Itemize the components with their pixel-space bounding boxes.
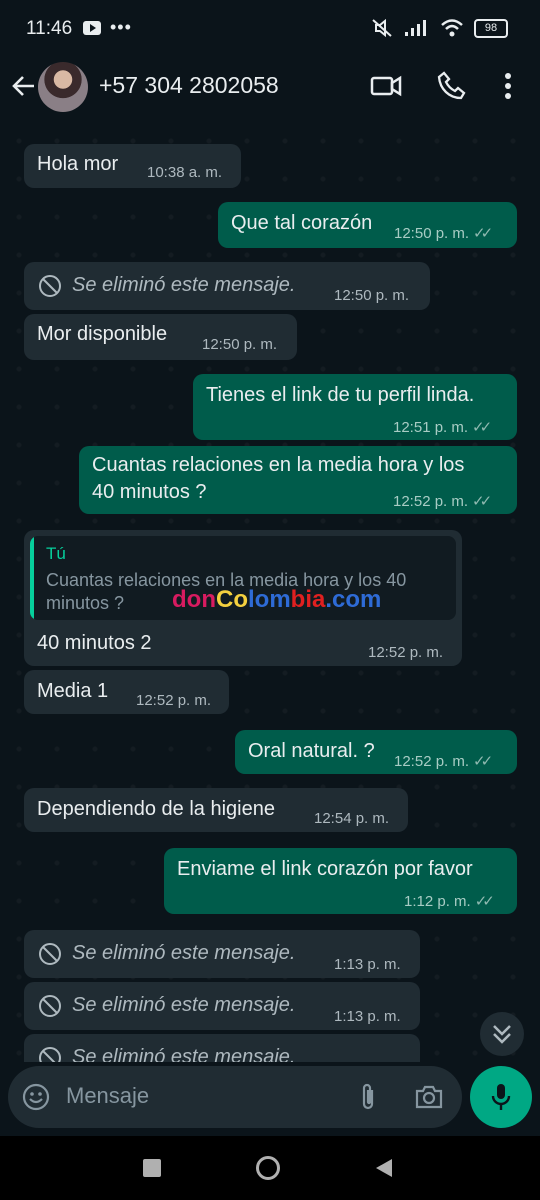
message-time: 12:50 p. m. xyxy=(394,225,470,242)
message-deleted[interactable]: Se eliminó este mensaje. xyxy=(24,1034,420,1062)
message-meta: 12:50 p. m. ✓✓ xyxy=(394,224,493,242)
message-text-line1: Cuantas relaciones en la media hora y lo… xyxy=(92,454,465,476)
read-receipt-icon: ✓✓ xyxy=(474,893,495,910)
message-time: 12:52 p. m. xyxy=(393,493,469,510)
microphone-icon xyxy=(491,1084,511,1110)
read-receipt-icon: ✓✓ xyxy=(472,493,492,510)
message-text: Tienes el link de tu perfil linda. xyxy=(206,384,475,406)
message-text: Hola mor xyxy=(37,153,119,175)
message-text-line2: 40 minutos ? xyxy=(92,481,207,503)
message-outgoing[interactable]: Cuantas relaciones en la media hora y lo… xyxy=(79,446,517,514)
wifi-icon xyxy=(441,19,463,37)
message-meta: 1:12 p. m. ✓✓ xyxy=(404,892,495,910)
message-text: Se eliminó este mensaje. xyxy=(72,274,296,296)
read-receipt-icon: ✓✓ xyxy=(473,753,493,770)
signal-icon xyxy=(405,20,426,36)
chat-header: +57 304 2802058 xyxy=(0,60,540,122)
deleted-message-icon xyxy=(39,1047,61,1062)
message-outgoing[interactable]: Oral natural. ? 12:52 p. m. ✓✓ xyxy=(235,730,517,774)
more-notifications-icon: ••• xyxy=(110,17,132,37)
back-arrow-icon[interactable] xyxy=(10,72,38,100)
contact-name[interactable]: +57 304 2802058 xyxy=(99,72,279,99)
message-meta: 12:52 p. m. ✓✓ xyxy=(393,492,492,510)
message-outgoing[interactable]: Enviame el link corazón por favor 1:12 p… xyxy=(164,848,517,914)
deleted-message-icon xyxy=(39,995,61,1017)
voice-call-icon[interactable] xyxy=(436,70,468,102)
message-incoming[interactable]: Hola mor 10:38 a. m. xyxy=(24,144,241,188)
camera-icon[interactable] xyxy=(414,1083,444,1111)
message-time: 12:51 p. m. xyxy=(393,419,469,436)
message-meta: 12:52 p. m. ✓✓ xyxy=(394,752,493,770)
attach-icon[interactable] xyxy=(356,1082,380,1112)
home-icon[interactable] xyxy=(256,1156,280,1180)
message-time: 12:52 p. m. xyxy=(136,692,212,709)
message-deleted[interactable]: Se eliminó este mensaje. 1:13 p. m. xyxy=(24,930,420,978)
message-time: 10:38 a. m. xyxy=(147,164,223,181)
message-text: Se eliminó este mensaje. xyxy=(72,1046,296,1062)
quote-author: Tú xyxy=(46,544,66,563)
voice-record-button[interactable] xyxy=(470,1066,532,1128)
recent-apps-icon[interactable] xyxy=(143,1159,161,1177)
read-receipt-icon: ✓✓ xyxy=(472,419,492,436)
message-text: Se eliminó este mensaje. xyxy=(72,994,296,1016)
message-time: 12:52 p. m. xyxy=(394,753,470,770)
message-text: Que tal corazón xyxy=(231,212,373,234)
message-text: Dependiendo de la higiene xyxy=(37,798,275,820)
status-time: 11:46 xyxy=(26,18,73,39)
status-bar: 11:46 ••• 98 xyxy=(0,0,540,60)
message-text: Media 1 xyxy=(37,680,109,702)
mute-icon xyxy=(372,18,392,38)
watermark-logo: donColombia.com xyxy=(172,586,382,613)
message-incoming[interactable]: Media 1 12:52 p. m. xyxy=(24,670,229,714)
message-text: Mor disponible xyxy=(37,323,168,345)
deleted-message-icon xyxy=(39,943,61,965)
message-meta: 12:51 p. m. ✓✓ xyxy=(393,418,492,436)
system-nav-bar xyxy=(0,1136,540,1200)
scroll-to-bottom-button[interactable] xyxy=(480,1012,524,1056)
emoji-icon[interactable] xyxy=(22,1083,50,1111)
message-time: 12:50 p. m. xyxy=(334,287,410,304)
deleted-message-icon xyxy=(39,275,61,297)
youtube-notification-icon xyxy=(83,21,101,35)
message-composer[interactable]: Mensaje xyxy=(8,1066,462,1128)
back-nav-icon[interactable] xyxy=(374,1157,394,1179)
video-call-icon[interactable] xyxy=(370,70,402,102)
message-time: 1:12 p. m. xyxy=(404,893,471,910)
message-time: 12:54 p. m. xyxy=(314,810,390,827)
message-time: 1:13 p. m. xyxy=(334,956,401,973)
message-incoming[interactable]: Mor disponible 12:50 p. m. xyxy=(24,314,297,360)
message-time: 12:52 p. m. xyxy=(368,644,444,661)
quote-accent-bar xyxy=(30,536,34,620)
message-input[interactable]: Mensaje xyxy=(66,1083,149,1109)
contact-avatar[interactable] xyxy=(38,62,88,112)
message-deleted[interactable]: Se eliminó este mensaje. 12:50 p. m. xyxy=(24,262,430,310)
message-text: Oral natural. ? xyxy=(248,740,375,762)
message-text: 40 minutos 2 xyxy=(37,632,152,654)
message-time: 12:50 p. m. xyxy=(202,336,278,353)
message-incoming[interactable]: Dependiendo de la higiene 12:54 p. m. xyxy=(24,788,408,832)
message-text: Enviame el link corazón por favor xyxy=(177,858,473,880)
battery-icon: 98 xyxy=(474,18,508,38)
message-time: 1:13 p. m. xyxy=(334,1008,401,1025)
read-receipt-icon: ✓✓ xyxy=(473,225,493,242)
message-outgoing[interactable]: Tienes el link de tu perfil linda. 12:51… xyxy=(193,374,517,440)
message-deleted[interactable]: Se eliminó este mensaje. 1:13 p. m. xyxy=(24,982,420,1030)
message-text: Se eliminó este mensaje. xyxy=(72,942,296,964)
more-options-icon[interactable] xyxy=(496,70,520,102)
double-chevron-down-icon xyxy=(493,1025,511,1044)
message-outgoing[interactable]: Que tal corazón 12:50 p. m. ✓✓ xyxy=(218,202,517,248)
